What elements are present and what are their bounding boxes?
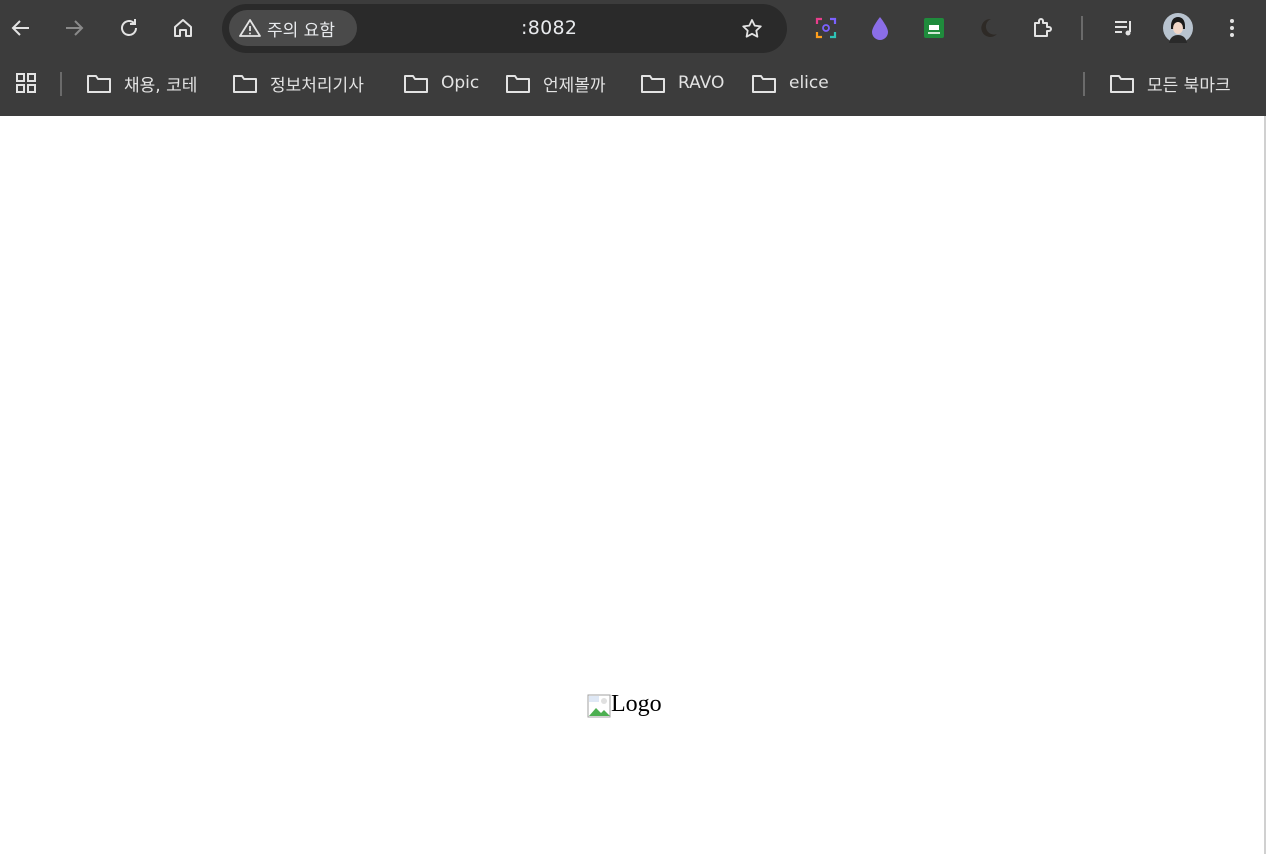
bookmarks-divider [60,72,62,96]
back-icon [11,20,29,36]
page-content: Logo [0,116,1266,854]
chrome-menu-button[interactable] [1216,12,1248,44]
purple-drop-icon [872,17,888,40]
profile-button[interactable] [1161,11,1195,45]
profile-avatar [1163,13,1193,43]
bookmark-folder-label: Opic [441,73,480,93]
reload-button[interactable] [111,10,147,46]
address-bar[interactable]: 주의 요함 :8082 [222,4,787,53]
toolbar-divider [1081,16,1083,40]
folder-icon [506,75,530,93]
folder-icon [752,75,776,93]
screen-capture-extension[interactable] [810,12,842,44]
dark-mode-extension[interactable] [972,12,1004,44]
screen-capture-icon [815,17,837,39]
logo-image: Logo [587,690,662,718]
bookmark-star-button[interactable] [737,14,767,44]
bookmarks-divider [1083,72,1085,96]
folder-icon [404,75,428,93]
logo-alt-text: Logo [611,691,662,717]
browser-toolbar: 주의 요함 :8082 [0,0,1266,56]
bookmark-folder-label: elice [789,73,829,93]
menu-icon [1230,19,1234,37]
green-extension[interactable] [918,12,950,44]
back-button[interactable] [3,10,39,46]
media-queue-icon [1115,21,1131,36]
bookmark-folder[interactable]: Opic [403,68,479,98]
apps-button[interactable] [14,68,52,98]
star-icon [742,19,762,38]
puzzle-icon [1034,18,1052,37]
bookmarks-bar: 채용, 코테 정보처리기사 Opic 언제볼까 RAVO elice 모든 북마… [0,56,1266,112]
green-extension-icon [924,18,944,38]
bookmark-folder-label: 채용, 코테 [124,75,198,96]
reload-icon [121,19,137,36]
media-queue-button[interactable] [1108,12,1140,44]
warning-icon [239,19,261,37]
extensions-button[interactable] [1027,12,1059,44]
folder-icon [1110,75,1134,93]
bookmark-folder-label: 정보처리기사 [270,75,364,96]
bookmark-folder[interactable]: 정보처리기사 [232,68,364,98]
bookmark-folder[interactable]: 채용, 코테 [86,68,197,98]
apps-grid-icon [16,73,36,93]
all-bookmarks-button[interactable]: 모든 북마크 [1109,68,1231,98]
forward-icon [66,20,84,36]
broken-image-icon [587,694,611,718]
folder-icon [641,75,665,93]
folder-icon [87,75,111,93]
moon-icon [981,18,997,37]
bookmark-folder[interactable]: elice [751,68,829,98]
drop-extension[interactable] [864,12,896,44]
folder-icon [233,75,257,93]
home-button[interactable] [165,10,201,46]
bookmark-folder[interactable]: 언제볼까 [505,68,606,98]
all-bookmarks-label: 모든 북마크 [1147,75,1231,96]
security-indicator[interactable]: 주의 요함 [229,10,357,46]
security-label: 주의 요함 [267,20,335,41]
bookmark-folder-label: RAVO [678,73,725,93]
browser-chrome: 주의 요함 :8082 채용, 코테 정보처리기사 Opic 언제볼까 RAVO… [0,0,1266,116]
home-icon [174,19,192,37]
bookmark-folder[interactable]: RAVO [640,68,724,98]
bookmark-folder-label: 언제볼까 [543,75,606,96]
url-text[interactable]: :8082 [521,17,577,39]
forward-button[interactable] [56,10,92,46]
